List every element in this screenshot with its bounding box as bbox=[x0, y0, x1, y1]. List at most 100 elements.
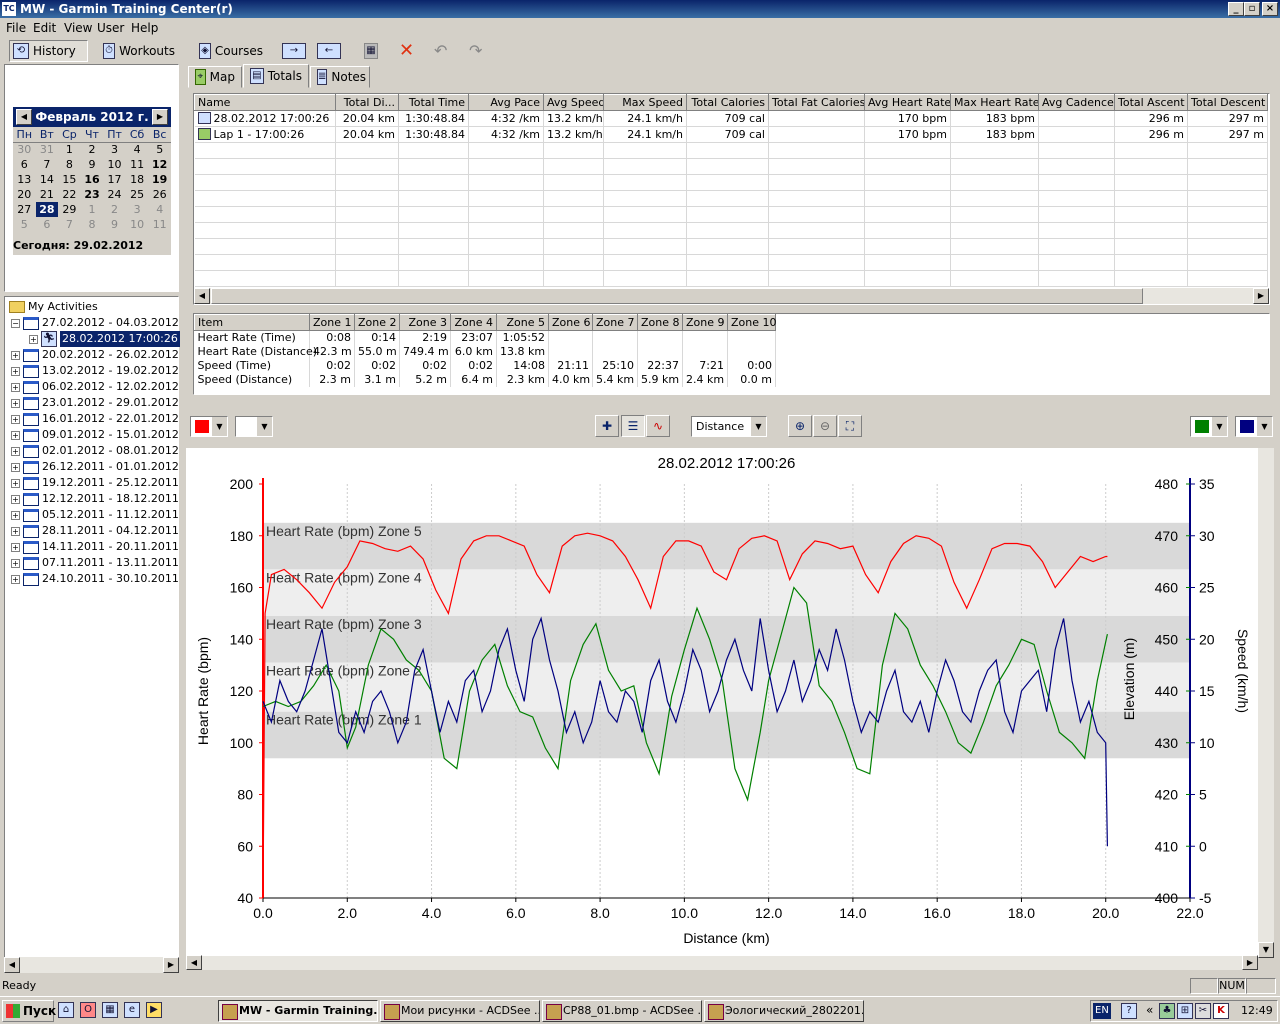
calculator-icon[interactable]: ▦ bbox=[102, 1002, 118, 1018]
column-header[interactable]: Avg Cadence bbox=[1038, 94, 1115, 111]
totals-horizontal-scrollbar[interactable]: ◀ ▶ bbox=[194, 288, 1269, 304]
column-header[interactable]: Total Fat Calories bbox=[768, 94, 865, 111]
tree-horizontal-scrollbar[interactable]: ◀ ▶ bbox=[4, 957, 179, 973]
minimize-button[interactable]: _ bbox=[1228, 2, 1244, 16]
calendar-day[interactable]: 22 bbox=[58, 187, 81, 202]
calendar-day[interactable]: 20 bbox=[13, 187, 36, 202]
zones-toggle-button[interactable]: ☰ bbox=[621, 415, 645, 437]
expander-icon[interactable]: + bbox=[11, 478, 20, 488]
expander-icon[interactable]: + bbox=[11, 350, 20, 360]
tree-item[interactable]: + 🏃︎ 28.02.2012 17:00:26 bbox=[29, 331, 180, 347]
tray-app-icon[interactable]: ♣ bbox=[1159, 1003, 1175, 1019]
calendar-day[interactable]: 23 bbox=[81, 187, 104, 202]
tree-item[interactable]: +13.02.2012 - 19.02.2012 bbox=[11, 363, 179, 379]
expander-icon[interactable]: + bbox=[11, 398, 20, 408]
calendar-day[interactable]: 8 bbox=[58, 157, 81, 172]
ie-icon[interactable]: e bbox=[124, 1002, 140, 1018]
taskbar-task[interactable]: Мои рисунки - ACDSee ... bbox=[380, 1000, 540, 1022]
expander-icon[interactable]: + bbox=[11, 542, 20, 552]
menu-user[interactable]: User bbox=[97, 21, 124, 35]
calendar-day[interactable]: 8 bbox=[81, 217, 104, 232]
undo-button[interactable]: ↶ bbox=[430, 40, 452, 62]
scroll-thumb[interactable] bbox=[211, 288, 1143, 304]
column-header[interactable]: Total Descent bbox=[1187, 94, 1268, 111]
calendar-day[interactable]: 10 bbox=[126, 217, 149, 232]
redo-button[interactable]: ↷ bbox=[465, 40, 487, 62]
tree-item[interactable]: +20.02.2012 - 26.02.2012 bbox=[11, 347, 179, 363]
column-header[interactable]: Avg Speed bbox=[543, 94, 604, 111]
expander-icon[interactable]: + bbox=[11, 446, 20, 456]
zoom-in-button[interactable]: ⊕ bbox=[788, 415, 812, 437]
tree-item[interactable]: +02.01.2012 - 08.01.2012 bbox=[11, 443, 179, 459]
expander-icon[interactable]: + bbox=[11, 414, 20, 424]
calendar-day[interactable]: 9 bbox=[103, 217, 126, 232]
left-color-select[interactable]: ▼ bbox=[190, 416, 228, 437]
media-icon[interactable]: ▶ bbox=[146, 1002, 162, 1018]
tree-item[interactable]: +26.12.2011 - 01.01.2012 bbox=[11, 459, 179, 475]
elevation-color-select[interactable]: ▼ bbox=[1190, 416, 1228, 437]
calendar-day[interactable]: 4 bbox=[126, 142, 149, 157]
help-icon[interactable]: ? bbox=[1121, 1003, 1137, 1019]
calendar-day[interactable]: 11 bbox=[126, 157, 149, 172]
tree-item[interactable]: +16.01.2012 - 22.01.2012 bbox=[11, 411, 179, 427]
tree-item[interactable]: +09.01.2012 - 15.01.2012 bbox=[11, 427, 179, 443]
scroll-left-arrow-icon[interactable]: ◀ bbox=[186, 955, 202, 970]
column-header[interactable]: Name bbox=[194, 94, 336, 111]
language-indicator[interactable]: EN bbox=[1093, 1003, 1111, 1019]
calendar-day[interactable]: 31 bbox=[36, 142, 59, 157]
speed-color-select[interactable]: ▼ bbox=[1235, 416, 1273, 437]
calendar-today-label[interactable]: Сегодня: 29.02.2012 bbox=[13, 239, 171, 252]
expander-icon[interactable]: + bbox=[11, 526, 20, 536]
calendar-day[interactable]: 17 bbox=[103, 172, 126, 187]
chart-horizontal-scrollbar[interactable]: ◀ ▶ bbox=[186, 955, 1258, 970]
expander-icon[interactable]: + bbox=[11, 430, 20, 440]
calendar-day[interactable]: 13 bbox=[13, 172, 36, 187]
taskbar-task[interactable]: CP88_01.bmp - ACDSee ... bbox=[542, 1000, 702, 1022]
workouts-button[interactable]: ⏱ Workouts bbox=[99, 40, 179, 62]
tools-icon[interactable]: ✂ bbox=[1195, 1003, 1211, 1019]
tab-totals[interactable]: ▤ Totals bbox=[243, 64, 309, 88]
tree-item[interactable]: +14.11.2011 - 20.11.2011 bbox=[11, 539, 179, 555]
maximize-button[interactable]: ▫ bbox=[1244, 2, 1260, 16]
expander-icon[interactable]: + bbox=[11, 462, 20, 472]
antivirus-icon[interactable]: K bbox=[1213, 1003, 1229, 1019]
taskbar-task[interactable]: Эологический_2802201... bbox=[704, 1000, 864, 1022]
calendar-day[interactable]: 2 bbox=[81, 142, 104, 157]
calendar-day[interactable]: 10 bbox=[103, 157, 126, 172]
tree-item[interactable]: +28.11.2011 - 04.12.2011 bbox=[11, 523, 179, 539]
expander-icon[interactable]: + bbox=[29, 334, 38, 344]
table-row[interactable]: Speed (Distance) 2.3 m 3.1 m 5.2 m 6.4 m 2.3 … bbox=[194, 372, 776, 387]
calendar-day[interactable]: 2 bbox=[103, 202, 126, 217]
table-row[interactable]: Speed (Time) 0:02 0:02 0:02 0:02 14:08 21:11 25… bbox=[194, 358, 776, 373]
table-row[interactable]: Lap 1 - 17:00:26 20.04 km 1:30:48.84 4:32 /… bbox=[194, 126, 1268, 143]
tab-notes[interactable]: ≣ Notes bbox=[310, 66, 370, 88]
column-header[interactable]: Total Di... bbox=[335, 94, 399, 111]
calendar-day[interactable]: 27 bbox=[13, 202, 36, 217]
scroll-down-arrow-icon[interactable]: ▼ bbox=[1258, 942, 1274, 958]
chart-vertical-scrollbar[interactable]: ▼ bbox=[1258, 448, 1274, 958]
column-header[interactable]: Zone 5 bbox=[496, 314, 549, 331]
menu-file[interactable]: File bbox=[6, 21, 26, 35]
calendar-day[interactable]: 1 bbox=[81, 202, 104, 217]
calendar-day[interactable]: 6 bbox=[13, 157, 36, 172]
tree-item[interactable]: +06.02.2012 - 12.02.2012 bbox=[11, 379, 179, 395]
menu-edit[interactable]: Edit bbox=[33, 21, 56, 35]
send-to-device-button[interactable]: → bbox=[278, 40, 310, 62]
copy-button[interactable]: ▦ bbox=[360, 40, 382, 62]
tab-map[interactable]: ⌖ Map bbox=[188, 66, 242, 88]
courses-button[interactable]: ◈ Courses bbox=[195, 40, 267, 62]
tree-item[interactable]: +05.12.2011 - 11.12.2011 bbox=[11, 507, 179, 523]
column-header[interactable]: Total Ascent bbox=[1114, 94, 1188, 111]
desktop-icon[interactable]: ⌂ bbox=[58, 1002, 74, 1018]
scroll-right-arrow-icon[interactable]: ▶ bbox=[1242, 955, 1258, 970]
expander-icon[interactable]: + bbox=[11, 574, 20, 584]
calendar-day[interactable]: 24 bbox=[103, 187, 126, 202]
expander-icon[interactable]: + bbox=[11, 510, 20, 520]
second-color-select[interactable]: ▼ bbox=[235, 416, 273, 437]
column-header[interactable]: Zone 6 bbox=[548, 314, 593, 331]
expander-icon[interactable]: + bbox=[11, 366, 20, 376]
calendar-day[interactable]: 6 bbox=[36, 217, 59, 232]
scroll-left-arrow-icon[interactable]: ◀ bbox=[4, 957, 20, 973]
tree-item[interactable]: +12.12.2011 - 18.12.2011 bbox=[11, 491, 179, 507]
tree-item[interactable]: +07.11.2011 - 13.11.2011 bbox=[11, 555, 179, 571]
